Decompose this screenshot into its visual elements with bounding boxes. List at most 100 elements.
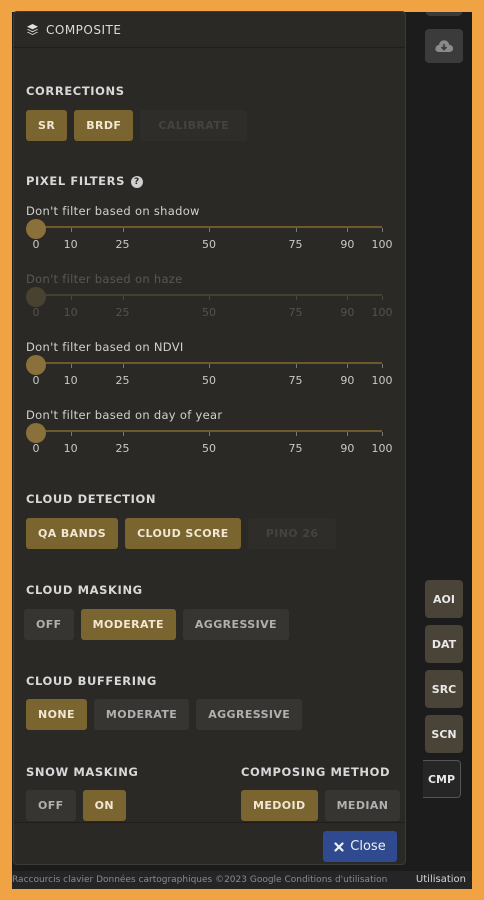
- slider-tick-label: 50: [202, 306, 216, 319]
- slider-tick-label: 50: [202, 374, 216, 387]
- tab-cmp[interactable]: CMP: [423, 760, 461, 798]
- tab-scn[interactable]: SCN: [425, 715, 463, 753]
- cloud-masking-title: CLOUD MASKING: [26, 583, 143, 597]
- cloud-download-icon: [435, 40, 454, 52]
- slider-tick-label: 100: [371, 374, 393, 387]
- slider-tick: [209, 364, 210, 368]
- slider-tick: [347, 296, 349, 300]
- slider-tick-label: 10: [63, 238, 78, 251]
- slider-tick-label: 25: [115, 306, 130, 319]
- panel-header: COMPOSITE: [14, 12, 405, 48]
- slider-tick: [209, 432, 210, 436]
- slider-tick: [382, 432, 383, 436]
- day-of-year-filter: Don't filter based on day of year 0 10 25 5…: [26, 408, 393, 455]
- slider-tick-label: 0: [32, 442, 40, 455]
- composing-method-buttons: MEDOID MEDIAN: [241, 790, 401, 821]
- slider-tick: [295, 432, 297, 436]
- snow-masking-on-button[interactable]: ON: [82, 790, 126, 821]
- slider-tick: [70, 364, 72, 368]
- sr-button[interactable]: SR: [26, 110, 68, 141]
- slider-tick: [209, 228, 210, 232]
- slider-tick: [122, 228, 124, 232]
- ndvi-filter: Don't filter based on NDVI 0 10 25 50 75 90 10…: [26, 340, 393, 387]
- pino26-button[interactable]: PINO 26: [247, 518, 337, 549]
- slider-tick-label: 100: [371, 442, 393, 455]
- haze-filter-label: Don't filter based on haze: [26, 272, 183, 286]
- top-map-button[interactable]: [426, 12, 462, 16]
- slider-tick-label: 10: [63, 442, 78, 455]
- slider-knob[interactable]: [26, 219, 46, 239]
- cloud-download-button[interactable]: [425, 29, 463, 63]
- slider-tick: [122, 364, 124, 368]
- slider-tick-label: 75: [288, 238, 303, 251]
- cloud-score-button[interactable]: CLOUD SCORE: [125, 518, 241, 549]
- slider-tick: [382, 228, 383, 232]
- medoid-button[interactable]: MEDOID: [241, 790, 318, 821]
- ndvi-filter-label: Don't filter based on NDVI: [26, 340, 184, 354]
- cloud-buffering-none-button[interactable]: NONE: [26, 699, 87, 730]
- slider-tick: [295, 296, 297, 300]
- slider-tick: [382, 364, 383, 368]
- composing-method-title: COMPOSING METHOD: [241, 765, 391, 779]
- slider-tick-label: 90: [340, 374, 355, 387]
- map-attribution-text[interactable]: Raccourcis clavier Données cartographiqu…: [12, 875, 387, 885]
- slider-tick-label: 90: [340, 238, 355, 251]
- map-attribution: Raccourcis clavier Données cartographiqu…: [12, 871, 472, 889]
- snow-masking-buttons: OFF ON: [26, 790, 126, 821]
- qa-bands-button[interactable]: QA BANDS: [26, 518, 119, 549]
- slider-tick: [382, 296, 383, 300]
- cloud-masking-aggressive-button[interactable]: AGGRESSIVE: [182, 609, 289, 640]
- pixel-filters-label: PIXEL FILTERS: [26, 174, 125, 188]
- slider-tick: [70, 296, 72, 300]
- slider-tick-label: 0: [32, 306, 40, 319]
- snow-masking-off-button[interactable]: OFF: [26, 790, 76, 821]
- calibrate-button[interactable]: CALIBRATE: [140, 110, 248, 141]
- slider-tick: [209, 296, 210, 300]
- corrections-title: CORRECTIONS: [26, 84, 125, 98]
- pixel-filters-title: PIXEL FILTERS?: [26, 174, 143, 188]
- slider-tick: [347, 432, 349, 436]
- help-icon[interactable]: ?: [130, 175, 143, 188]
- cloud-buffering-aggressive-button[interactable]: AGGRESSIVE: [196, 699, 303, 730]
- slider-knob[interactable]: [26, 287, 46, 307]
- day-of-year-filter-label: Don't filter based on day of year: [26, 408, 223, 422]
- slider-tick: [347, 228, 349, 232]
- slider-tick: [295, 228, 297, 232]
- slider-tick: [122, 432, 124, 436]
- shadow-filter: Don't filter based on shadow 0 10 25 50 75 90…: [26, 204, 393, 251]
- slider-tick-label: 90: [340, 442, 355, 455]
- cloud-buffering-moderate-button[interactable]: MODERATE: [93, 699, 190, 730]
- slider-knob[interactable]: [26, 423, 46, 443]
- cloud-masking-buttons: OFF MODERATE AGGRESSIVE: [24, 609, 289, 640]
- median-button[interactable]: MEDIAN: [324, 790, 401, 821]
- tab-src[interactable]: SRC: [425, 670, 463, 708]
- slider-tick-label: 0: [32, 374, 40, 387]
- slider-tick-label: 75: [288, 374, 303, 387]
- slider-tick-label: 0: [32, 238, 40, 251]
- map-attribution-right[interactable]: Utilisation: [416, 871, 466, 889]
- tab-aoi[interactable]: AOI: [425, 580, 463, 618]
- brdf-button[interactable]: BRDF: [74, 110, 134, 141]
- close-icon: [334, 841, 344, 852]
- slider-tick-label: 10: [63, 374, 78, 387]
- slider-tick-label: 90: [340, 306, 355, 319]
- composite-panel: COMPOSITE CORRECTIONS SR BRDF CALIBRATE …: [13, 11, 406, 865]
- slider-tick-label: 50: [202, 238, 216, 251]
- slider-tick-label: 50: [202, 442, 216, 455]
- cloud-detection-buttons: QA BANDS CLOUD SCORE PINO 26: [26, 518, 337, 549]
- cloud-masking-moderate-button[interactable]: MODERATE: [80, 609, 176, 640]
- slider-knob[interactable]: [26, 355, 46, 375]
- slider-tick-label: 25: [115, 374, 130, 387]
- slider-tick: [70, 228, 72, 232]
- slider-tick: [347, 364, 349, 368]
- slider-tick: [70, 432, 72, 436]
- footer-divider: [14, 822, 405, 823]
- cloud-buffering-buttons: NONE MODERATE AGGRESSIVE: [26, 699, 303, 730]
- slider-tick-label: 100: [371, 306, 393, 319]
- close-button[interactable]: Close: [323, 831, 397, 862]
- slider-tick-label: 75: [288, 306, 303, 319]
- cloud-detection-title: CLOUD DETECTION: [26, 492, 157, 506]
- tab-dat[interactable]: DAT: [425, 625, 463, 663]
- cloud-masking-off-button[interactable]: OFF: [24, 609, 74, 640]
- panel-title: COMPOSITE: [46, 22, 122, 37]
